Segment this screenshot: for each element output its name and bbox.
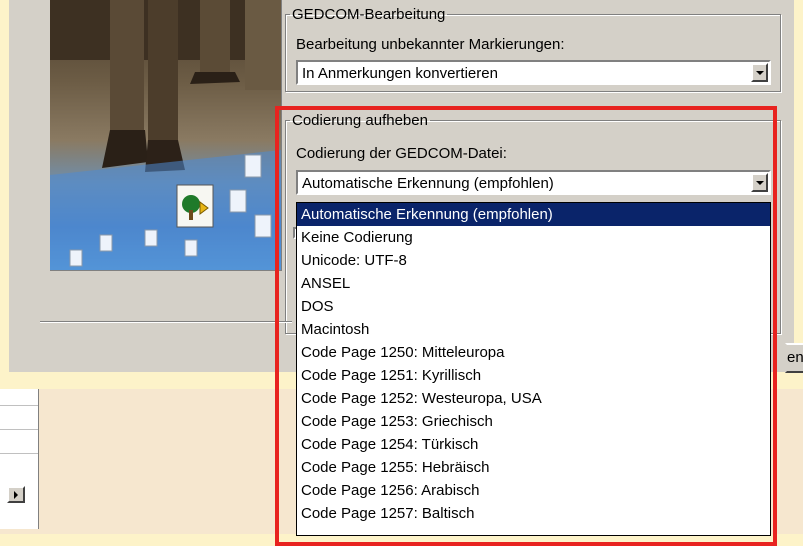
- encoding-option[interactable]: Macintosh: [297, 318, 770, 341]
- encoding-option[interactable]: Code Page 1256: Arabisch: [297, 479, 770, 502]
- file-encoding-label: Codierung der GEDCOM-Datei:: [296, 145, 507, 162]
- unknown-tags-value: In Anmerkungen konvertieren: [302, 65, 498, 82]
- family-tree-document-icon: [176, 184, 214, 228]
- encoding-option[interactable]: Code Page 1251: Kyrillisch: [297, 364, 770, 387]
- dialog-action-button[interactable]: en: [785, 343, 803, 373]
- encoding-option[interactable]: Code Page 1253: Griechisch: [297, 410, 770, 433]
- soldier-photo-illustration: [50, 0, 281, 270]
- decoding-title: Codierung aufheben: [292, 112, 428, 129]
- encoding-option[interactable]: ANSEL: [297, 272, 770, 295]
- encoding-option[interactable]: DOS: [297, 295, 770, 318]
- wizard-banner-image: [50, 0, 282, 271]
- chevron-down-icon[interactable]: [751, 63, 768, 82]
- encoding-option[interactable]: Code Page 1254: Türkisch: [297, 433, 770, 456]
- divider: [40, 321, 292, 323]
- encoding-option[interactable]: Code Page 1257: Baltisch: [297, 502, 770, 525]
- encoding-dropdown-list[interactable]: Automatische Erkennung (empfohlen) Keine …: [296, 202, 771, 536]
- chevron-down-icon[interactable]: [751, 173, 768, 192]
- gedcom-processing-title: GEDCOM-Bearbeitung: [292, 6, 446, 23]
- list-row-divider: [0, 405, 38, 406]
- list-row-divider: [0, 453, 38, 454]
- unknown-tags-select[interactable]: In Anmerkungen konvertieren: [296, 60, 771, 85]
- side-list-panel: [0, 389, 39, 529]
- file-encoding-value: Automatische Erkennung (empfohlen): [302, 175, 554, 192]
- encoding-option[interactable]: Keine Codierung: [297, 226, 770, 249]
- dialog-action-button-label: en: [787, 349, 803, 366]
- encoding-option[interactable]: Code Page 1252: Westeuropa, USA: [297, 387, 770, 410]
- encoding-option[interactable]: Unicode: UTF-8: [297, 249, 770, 272]
- scroll-right-arrow-icon[interactable]: [7, 486, 25, 503]
- file-encoding-select[interactable]: Automatische Erkennung (empfohlen): [296, 170, 771, 195]
- encoding-option[interactable]: Automatische Erkennung (empfohlen): [297, 203, 770, 226]
- encoding-option[interactable]: Code Page 1255: Hebräisch: [297, 456, 770, 479]
- encoding-option[interactable]: Code Page 1250: Mitteleuropa: [297, 341, 770, 364]
- list-row-divider: [0, 429, 38, 430]
- unknown-tags-label: Bearbeitung unbekannter Markierungen:: [296, 36, 565, 53]
